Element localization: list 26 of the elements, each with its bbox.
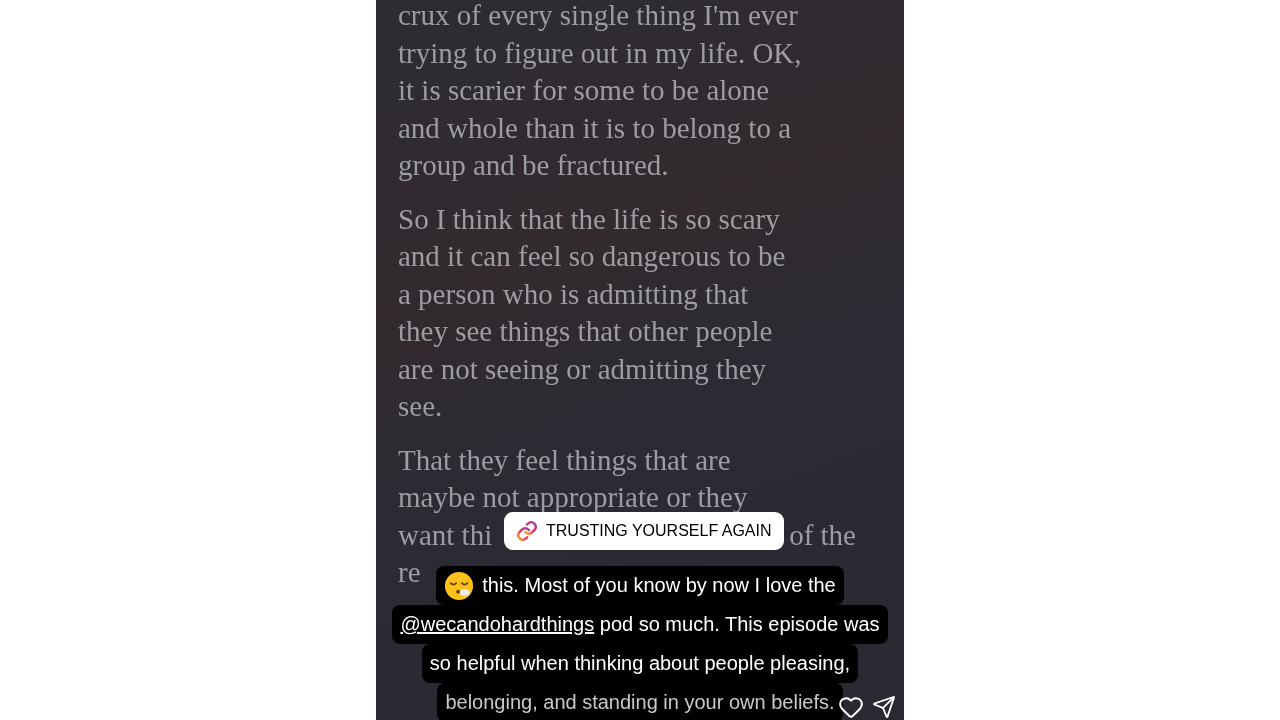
relieved-face-emoji-icon <box>444 570 475 601</box>
story-text-line: of the <box>789 517 856 553</box>
story-text-line: and whole than it is to belong to a <box>398 110 792 146</box>
link-icon <box>516 520 538 542</box>
story-text-line: re <box>398 555 421 590</box>
caption-text: this. Most of you know by now I love the <box>482 573 836 598</box>
share-icon[interactable] <box>872 695 896 719</box>
like-icon[interactable] <box>838 694 864 720</box>
story-text-line: it is scarier for some to be alone <box>398 73 770 108</box>
link-sticker[interactable]: TRUSTING YOURSELF AGAIN <box>504 512 784 550</box>
story-text-line: are not seeing or admitting they <box>398 351 767 387</box>
story-text-line: maybe not appropriate or they <box>398 480 748 515</box>
caption-text: belonging, and standing in your own beliefs. <box>445 690 835 715</box>
caption-text: so helpful when thinking about people pleasing, <box>429 651 851 676</box>
story-text-line: they see things that other people <box>398 314 773 349</box>
story-text-line: want thi <box>398 517 493 553</box>
story-text-line: That they feel things that are <box>398 442 731 478</box>
caption-text: pod so much. This episode was <box>598 612 880 637</box>
story-text-line: a person who is admitting that <box>398 276 749 312</box>
story-text-line: trying to figure out in my life. OK, <box>398 35 802 71</box>
story-text-line: group and be fractured. <box>398 148 669 183</box>
story-text-line: crux of every single thing I'm ever <box>398 0 798 33</box>
story-text-line: So I think that the life is so scary <box>398 201 780 237</box>
story-text-line: and it can feel so dangerous to be <box>398 239 786 274</box>
mention-link[interactable]: @wecandohardthings <box>400 605 595 644</box>
story-text-line: see. <box>398 389 443 424</box>
